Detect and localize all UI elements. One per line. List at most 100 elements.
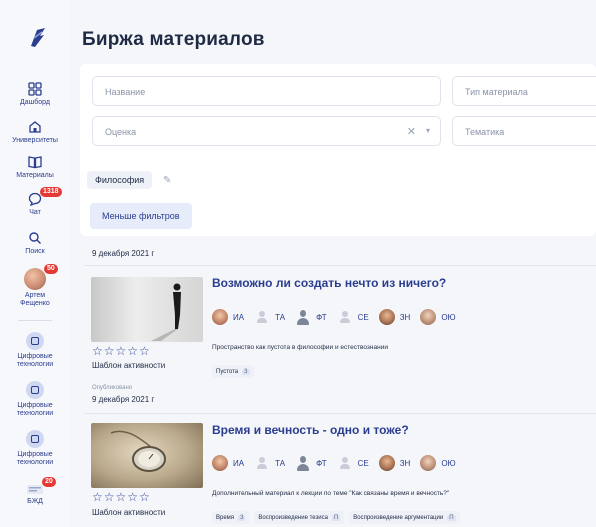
tag[interactable]: Воспроизведение аргументации П [349,511,460,524]
bzhd-badge: 20 [42,477,56,487]
participant-avatar [378,455,395,471]
logo-icon[interactable] [28,26,48,48]
rating-placeholder: Оценка [105,127,137,137]
group-label: технологии [16,459,54,466]
participant[interactable]: ФТ [295,309,327,325]
tag-list: Время 3 Воспроизведение тезиса П Воспроизв… [212,511,465,524]
participant[interactable]: СЕ [337,455,369,471]
sidebar: Дашборд Университеты Материалы Чат 1318 … [0,0,70,527]
topic-select[interactable]: Тематика [452,116,596,146]
edit-icon[interactable]: ✎ [163,175,171,186]
divider [84,265,596,266]
dashboard-icon [28,82,42,96]
participant[interactable]: ФТ [295,455,327,471]
material-title[interactable]: Возможно ли создать нечто из ничего? [212,276,446,290]
tag[interactable]: Время 3 [212,511,250,524]
participant-initials: ФТ [316,312,327,322]
sidebar-group-digital-1[interactable]: Цифровые технологии [0,332,70,369]
participant-avatar [420,455,437,471]
group-label: технологии [16,410,54,417]
participant-avatar [212,309,228,325]
filter-panel: Название Тип материала Оценка ✕ ▾ Темати… [80,64,596,236]
tag[interactable]: Воспроизведение тезиса П [254,511,345,524]
participant-initials: ТА [275,312,286,322]
participant[interactable]: ОЮ [420,309,456,325]
search-icon [29,232,41,244]
tag-label: Время [216,514,235,521]
group-label: Цифровые [17,402,53,409]
page-title: Биржа материалов [82,29,265,50]
rating-stars[interactable]: ☆☆☆☆☆ [92,490,151,504]
participant-avatar [378,309,395,325]
sidebar-item-label: Чат [29,209,41,216]
group-label: БЖД [27,498,43,505]
user-placeholder-icon [254,455,270,471]
participant[interactable]: ОЮ [420,455,456,471]
material-thumbnail[interactable] [91,277,203,342]
sidebar-group-digital-3[interactable]: Цифровые технологии [0,430,70,467]
group-label: Цифровые [17,353,53,360]
sidebar-item-profile[interactable]: Артем Фещенко 50 [0,264,70,308]
user-placeholder-icon [337,309,353,325]
participant-initials: ЗН [399,312,411,322]
digital-tech-icon [26,430,44,448]
date-header: 9 декабря 2021 г [92,249,155,258]
profile-badge: 50 [44,264,58,274]
participants: ИА ТА ФТ СЕ ЗН ОЮ [212,308,466,326]
user-placeholder-icon [295,309,311,325]
rating-stars[interactable]: ☆☆☆☆☆ [92,344,151,358]
chevron-down-icon[interactable]: ▾ [426,126,430,135]
participant[interactable]: ТА [254,309,285,325]
tag-label: Воспроизведение тезиса [258,514,328,521]
sidebar-item-label: Дашборд [20,99,50,106]
participant[interactable]: ИА [212,455,244,471]
sidebar-group-bzhd[interactable]: БЖД 20 [0,477,70,506]
rating-select[interactable]: Оценка ✕ ▾ [92,116,441,146]
participant[interactable]: ЗН [378,309,411,325]
sidebar-item-search[interactable]: Поиск [0,231,70,256]
material-thumbnail[interactable] [91,423,203,488]
material-description: Дополнительный материал к лекции по теме… [212,490,450,497]
participant-initials: ИА [233,458,245,468]
sidebar-item-materials[interactable]: Материалы [0,155,70,180]
digital-tech-icon [26,381,44,399]
sidebar-item-dashboard[interactable]: Дашборд [0,82,70,107]
sidebar-group-digital-2[interactable]: Цифровые технологии [0,381,70,418]
participant[interactable]: ТА [254,455,285,471]
university-icon [29,121,41,133]
participant[interactable]: ИА [212,309,244,325]
participant-avatar [420,309,437,325]
person-silhouette-image [151,283,181,341]
tag-label: Пустота [216,368,239,375]
user-placeholder-icon [295,455,311,471]
activity-template-label: Шаблон активности [92,508,166,517]
participant-initials: ЗН [399,458,411,468]
participant[interactable]: ЗН [378,455,411,471]
tag-count: П [447,514,456,521]
material-title[interactable]: Время и вечность - одно и тоже? [212,423,409,437]
clear-icon[interactable]: ✕ [407,125,416,138]
published-date: 9 декабря 2021 г [92,395,155,404]
profile-first-name: Артем [24,292,46,299]
avatar [24,268,46,290]
type-select[interactable]: Тип материала [452,76,596,106]
published-label: Опубликовано [92,385,133,391]
active-filter-chip[interactable]: Философия [87,171,153,189]
less-filters-button[interactable]: Меньше фильтров [90,203,192,229]
participant-initials: ОЮ [441,458,456,468]
participant[interactable]: СЕ [337,309,369,325]
participant-initials: СЕ [357,458,369,468]
tag-count: 3 [242,368,250,375]
sidebar-item-universities[interactable]: Университеты [0,120,70,145]
participant-initials: ФТ [316,458,327,468]
user-placeholder-icon [254,309,270,325]
material-description: Пространство как пустота в философии и е… [212,344,388,351]
sidebar-item-label: Поиск [25,248,45,255]
participant-initials: ОЮ [441,312,456,322]
sidebar-item-chat[interactable]: Чат 1318 [0,187,70,217]
chat-badge: 1318 [40,187,62,197]
name-input[interactable]: Название [92,76,441,106]
profile-last-name: Фещенко [20,300,50,307]
tag[interactable]: Пустота 3 [212,365,254,378]
divider [84,413,596,414]
